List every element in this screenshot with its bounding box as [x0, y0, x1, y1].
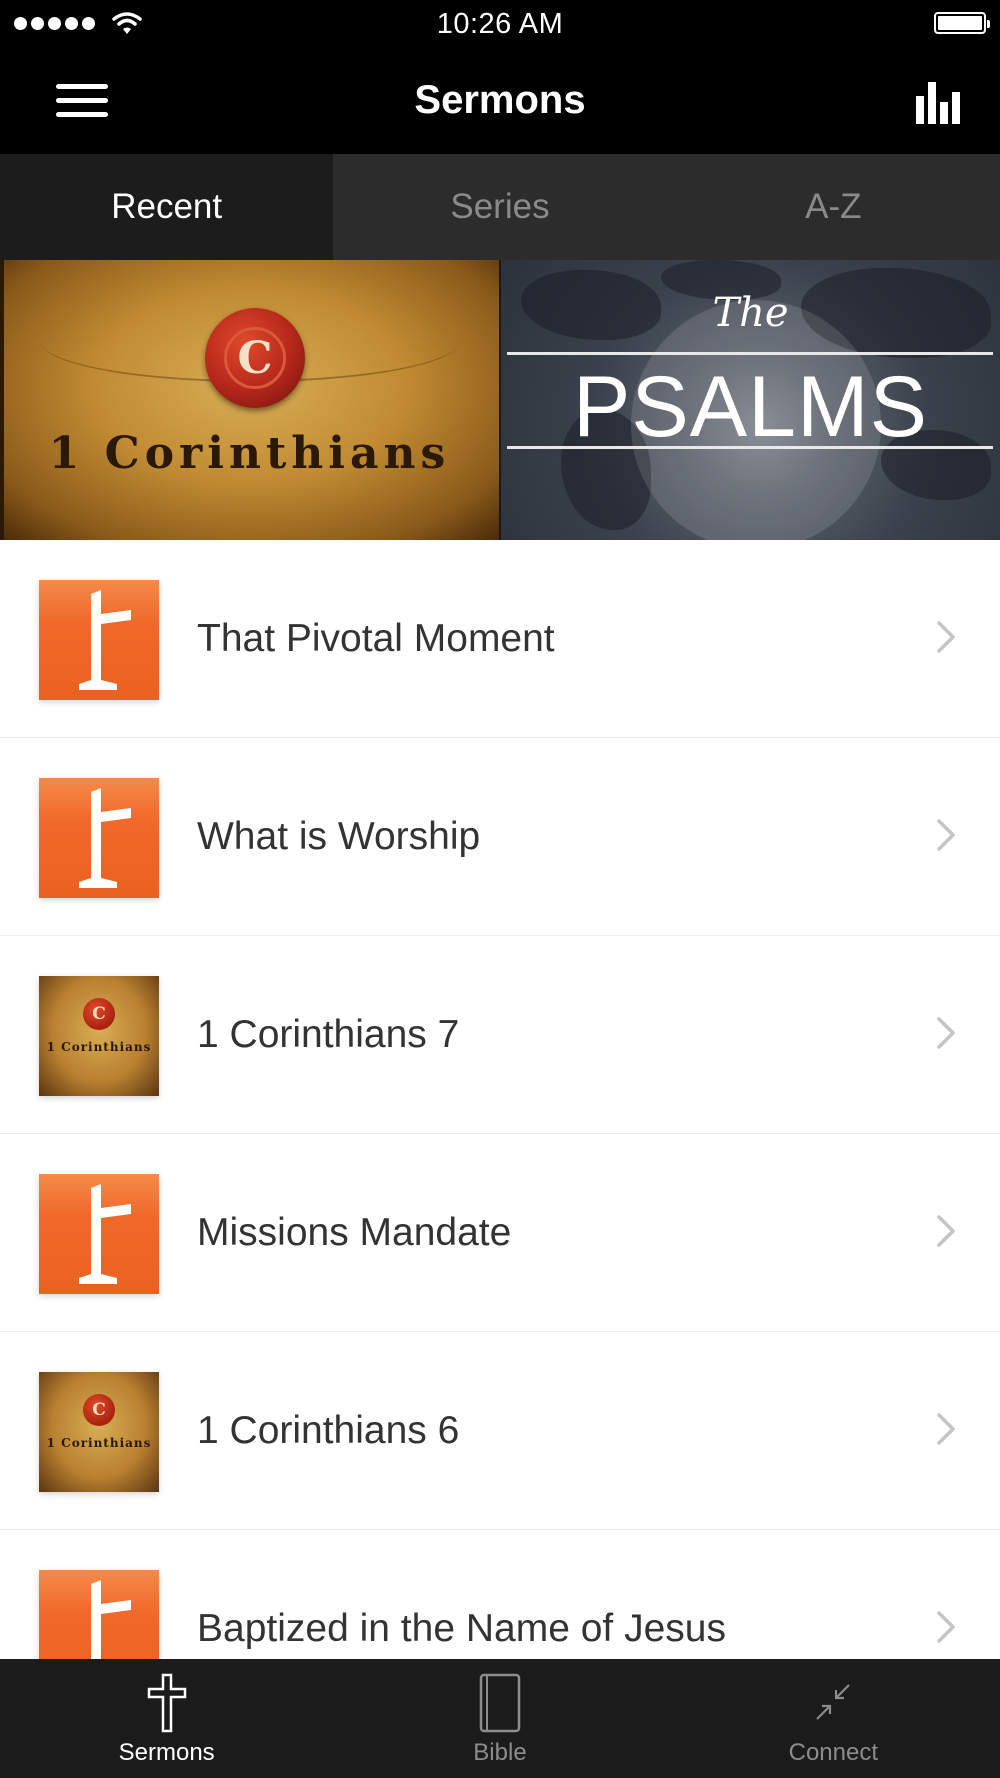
banner-the-psalms[interactable]: The PSALMS: [501, 260, 1000, 540]
list-item[interactable]: That Pivotal Moment: [0, 540, 1000, 738]
wax-seal-image: C: [205, 308, 305, 408]
sermon-title: 1 Corinthians 7: [197, 1012, 460, 1056]
list-item[interactable]: What is Worship: [0, 738, 1000, 936]
list-item[interactable]: C 1 Corinthians 1 Corinthians 6: [0, 1332, 1000, 1530]
tab-connect[interactable]: Connect: [667, 1659, 1000, 1778]
tab-label: Sermons: [118, 1739, 215, 1766]
1-corinthians-thumbnail: C 1 Corinthians: [39, 976, 159, 1096]
bottom-tab-bar: Sermons Bible Connect: [0, 1659, 1000, 1778]
bible-icon: [479, 1673, 521, 1733]
tab-a-z[interactable]: A-Z: [667, 154, 1000, 260]
list-item[interactable]: Missions Mandate: [0, 1134, 1000, 1332]
cross-icon: [39, 778, 159, 898]
tab-sermons[interactable]: Sermons: [0, 1659, 333, 1778]
banner-corinthians-title: 1 Corinthians: [48, 428, 451, 479]
chevron-right-icon: [937, 1215, 955, 1247]
sermon-list: That Pivotal Moment What is Worship C 1 …: [0, 540, 1000, 1728]
segment-control: Recent Series A-Z: [0, 154, 1000, 260]
tab-series[interactable]: Series: [333, 154, 666, 260]
status-time: 10:26 AM: [436, 8, 564, 40]
banner-1-corinthians[interactable]: C 1 Corinthians: [0, 260, 499, 540]
navigation-bar: Sermons: [0, 50, 1000, 154]
1-corinthians-thumbnail: C 1 Corinthians: [39, 1372, 159, 1492]
sermon-title: Missions Mandate: [197, 1210, 512, 1254]
cross-icon: [147, 1673, 186, 1733]
tab-label: Connect: [788, 1739, 879, 1766]
tab-bible[interactable]: Bible: [333, 1659, 666, 1778]
chevron-right-icon: [937, 1413, 955, 1445]
connect-icon: [816, 1684, 851, 1720]
chevron-right-icon: [937, 1611, 955, 1643]
tab-label: Bible: [473, 1739, 527, 1766]
hamburger-menu-icon[interactable]: [56, 84, 108, 118]
chevron-right-icon: [937, 1017, 955, 1049]
sermon-title: What is Worship: [197, 814, 481, 858]
status-bar: 10:26 AM: [0, 0, 1000, 50]
list-item[interactable]: C 1 Corinthians 1 Corinthians 7: [0, 936, 1000, 1134]
page-title: Sermons: [414, 78, 586, 122]
bar-chart-icon[interactable]: [914, 80, 962, 124]
banner-psalms-title: PSALMS: [573, 359, 928, 455]
sermon-title: That Pivotal Moment: [197, 616, 555, 660]
chevron-right-icon: [937, 819, 955, 851]
chevron-right-icon: [937, 621, 955, 653]
battery-icon: [934, 12, 990, 34]
cross-icon: [39, 1174, 159, 1294]
tab-recent[interactable]: Recent: [0, 154, 334, 260]
banner-psalms-subtitle: The: [712, 290, 789, 336]
sermon-title: 1 Corinthians 6: [197, 1408, 460, 1452]
cross-icon: [39, 580, 159, 700]
featured-series-banners: C 1 Corinthians The PSALMS: [0, 260, 1000, 540]
